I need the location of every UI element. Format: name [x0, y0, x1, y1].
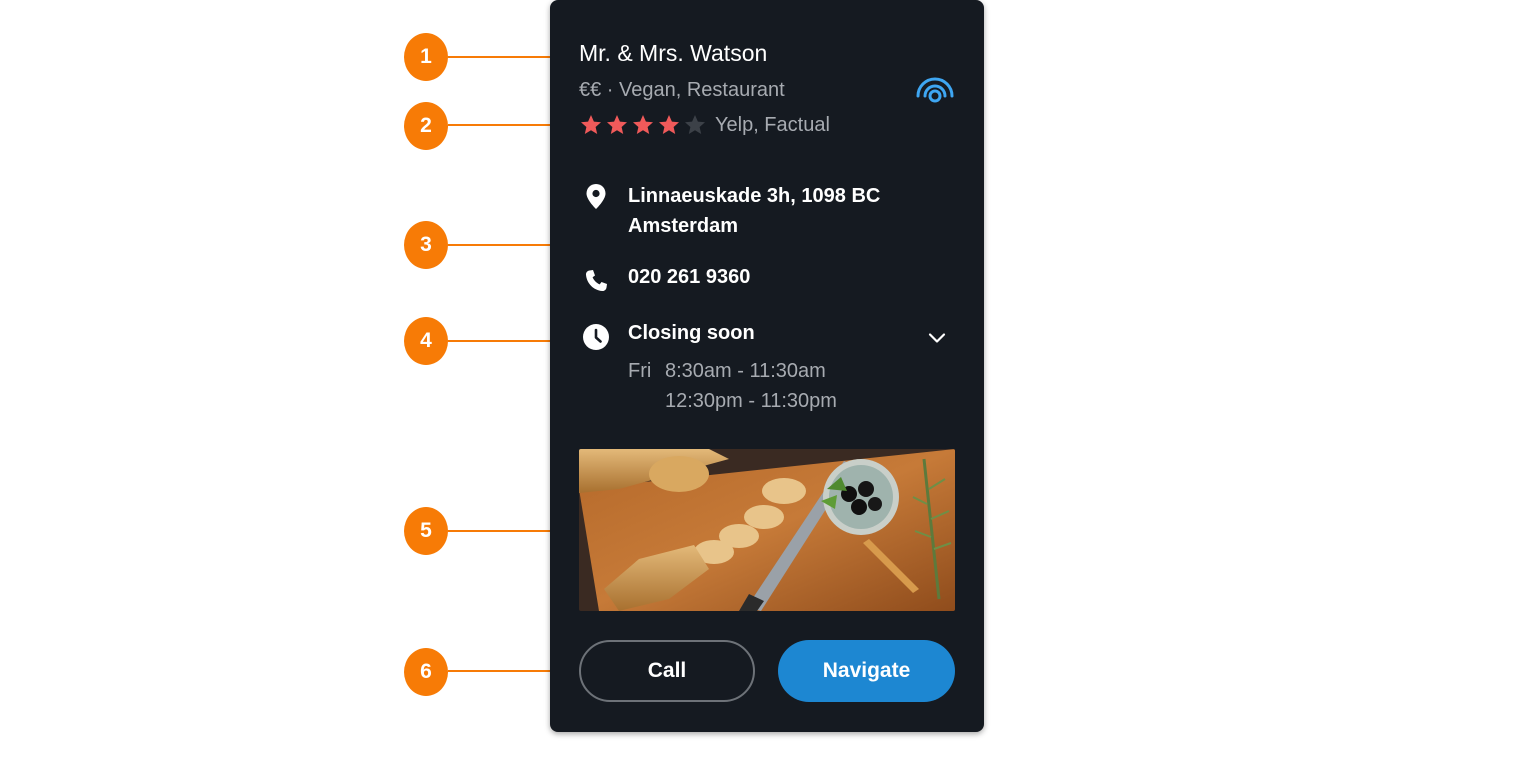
- hours-day: Fri: [628, 360, 652, 382]
- location-pin-icon: [586, 184, 606, 209]
- hours-range: 8:30am - 11:30am: [665, 360, 826, 382]
- hours-range: 12:30pm - 11:30pm: [665, 390, 837, 412]
- place-card: Mr. & Mrs. Watson €€ · Vegan, Restaurant…: [550, 0, 984, 732]
- clock-icon: [583, 324, 609, 350]
- star-empty-icon: [685, 115, 705, 134]
- place-meta: €€ · Vegan, Restaurant: [579, 79, 785, 101]
- annotation-marker-4: 4: [404, 317, 448, 365]
- annotation-marker-1: 1: [404, 33, 448, 81]
- hours-status[interactable]: Closing soon: [628, 322, 755, 345]
- star-icon: [607, 115, 627, 134]
- phone-icon: [585, 270, 607, 292]
- star-icon: [659, 115, 679, 134]
- rating-source: Yelp, Factual: [715, 113, 830, 136]
- place-address[interactable]: Linnaeuskade 3h, 1098 BC Amsterdam: [628, 181, 880, 241]
- star-rating: Yelp, Factual: [579, 112, 830, 138]
- opening-hours: Fri 8:30am - 11:30am 12:30pm - 11:30pm: [628, 356, 837, 416]
- star-icon: [581, 115, 601, 134]
- place-title: Mr. & Mrs. Watson: [579, 40, 768, 66]
- chevron-down-icon[interactable]: [926, 327, 948, 349]
- navigate-button[interactable]: Navigate: [778, 640, 955, 702]
- address-line-1: Linnaeuskade 3h, 1098 BC: [628, 185, 881, 207]
- annotation-marker-3: 3: [404, 221, 448, 269]
- address-line-2: Amsterdam: [628, 215, 739, 237]
- annotation-marker-6: 6: [404, 648, 448, 696]
- star-icon: [633, 115, 653, 134]
- annotation-marker-2: 2: [404, 102, 448, 150]
- place-phone[interactable]: 020 261 9360: [628, 266, 750, 289]
- call-button[interactable]: Call: [579, 640, 755, 702]
- annotation-marker-5: 5: [404, 507, 448, 555]
- place-photo[interactable]: [579, 449, 955, 611]
- live-signal-icon: [916, 77, 954, 103]
